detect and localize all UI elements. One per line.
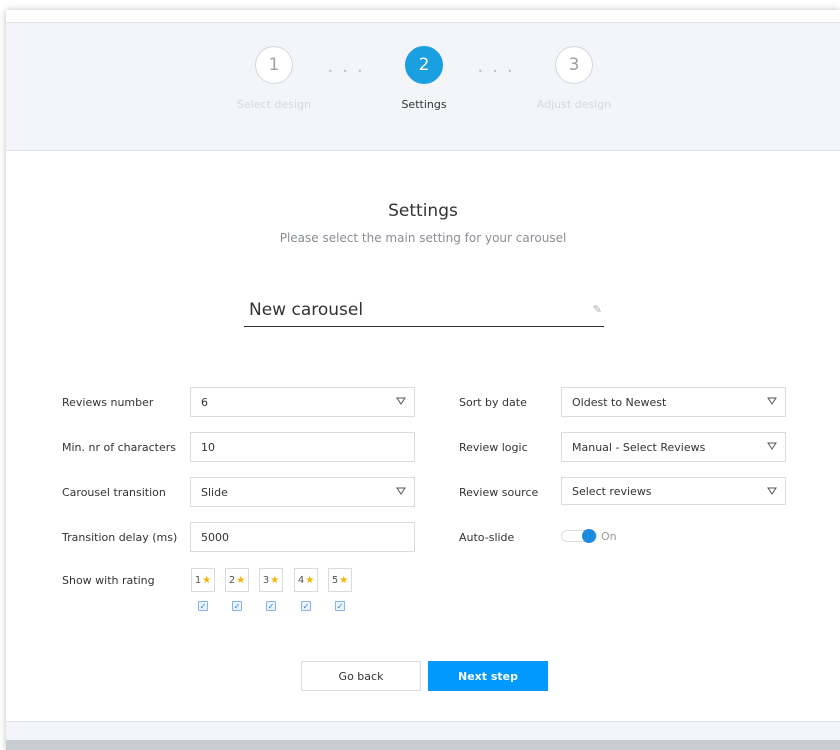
review-logic-select[interactable]: Manual - Select Reviews <box>561 432 786 462</box>
chevron-down-icon <box>396 397 406 405</box>
review-source-label: Review source <box>459 486 539 499</box>
step-2[interactable]: 2 Settings <box>364 46 484 111</box>
transition-delay-input[interactable]: 5000 <box>190 522 415 552</box>
reviews-number-select[interactable]: 6 <box>190 387 415 417</box>
go-back-button[interactable]: Go back <box>301 661 421 691</box>
min-characters-label: Min. nr of characters <box>62 441 177 454</box>
sort-by-date-select[interactable]: Oldest to Newest <box>561 387 786 417</box>
chevron-down-icon <box>767 397 777 405</box>
rating-1-checkbox[interactable]: ✓ <box>198 601 208 611</box>
rating-value: 1 <box>194 574 202 586</box>
rating-option-3[interactable]: 3 ★ <box>259 568 283 592</box>
rating-3-checkbox[interactable]: ✓ <box>266 601 276 611</box>
step-1[interactable]: 1 Select design <box>214 46 334 111</box>
sort-by-date-label: Sort by date <box>459 396 527 409</box>
footer-shade <box>6 740 840 750</box>
star-icon: ★ <box>305 574 315 586</box>
step-1-number: 1 <box>255 46 293 84</box>
rating-2-checkbox[interactable]: ✓ <box>232 601 242 611</box>
review-logic-value: Manual - Select Reviews <box>572 440 706 454</box>
rating-4-checkbox[interactable]: ✓ <box>301 601 311 611</box>
step-3[interactable]: 3 Adjust design <box>514 46 634 111</box>
step-1-label: Select design <box>237 98 311 111</box>
min-characters-input[interactable]: 10 <box>190 432 415 462</box>
app-frame: 1 Select design ••• 2 Settings ••• 3 Adj… <box>6 10 840 750</box>
page-subtitle: Please select the main setting for your … <box>279 231 567 245</box>
rating-option-5[interactable]: 5 ★ <box>328 568 352 592</box>
rating-value: 2 <box>228 574 236 586</box>
review-logic-label: Review logic <box>459 441 528 454</box>
rating-option-4[interactable]: 4 ★ <box>294 568 318 592</box>
transition-delay-label: Transition delay (ms) <box>62 531 178 544</box>
step-3-label: Adjust design <box>536 98 612 111</box>
star-icon: ★ <box>236 574 246 586</box>
stepper: 1 Select design ••• 2 Settings ••• 3 Adj… <box>6 22 840 151</box>
chevron-down-icon <box>396 487 406 495</box>
auto-slide-label: Auto-slide <box>459 531 515 544</box>
carousel-transition-select[interactable]: Slide <box>190 477 415 507</box>
auto-slide-toggle[interactable] <box>561 527 597 545</box>
footer-strip <box>6 721 840 750</box>
star-icon: ★ <box>339 574 349 586</box>
step-2-label: Settings <box>401 98 447 111</box>
reviews-number-label: Reviews number <box>62 396 154 409</box>
rating-option-1[interactable]: 1 ★ <box>191 568 215 592</box>
toggle-knob <box>582 529 596 543</box>
rating-5-checkbox[interactable]: ✓ <box>335 601 345 611</box>
sort-by-date-value: Oldest to Newest <box>572 395 667 409</box>
review-source-value: Select reviews <box>572 484 652 498</box>
chevron-down-icon <box>767 487 777 495</box>
min-characters-value: 10 <box>201 440 215 454</box>
rating-value: 3 <box>262 574 270 586</box>
pencil-icon[interactable]: ✎ <box>593 303 602 316</box>
reviews-number-value: 6 <box>201 395 208 409</box>
carousel-name-input[interactable] <box>244 296 574 324</box>
review-source-select[interactable]: Select reviews <box>561 477 786 505</box>
star-icon: ★ <box>270 574 280 586</box>
rating-value: 4 <box>297 574 305 586</box>
auto-slide-state: On <box>601 530 617 543</box>
carousel-transition-label: Carousel transition <box>62 486 166 499</box>
page-title: Settings <box>388 201 458 221</box>
show-with-rating-label: Show with rating <box>62 574 155 587</box>
carousel-name-field: ✎ <box>244 296 604 327</box>
rating-value: 5 <box>331 574 339 586</box>
star-icon: ★ <box>202 574 212 586</box>
carousel-transition-value: Slide <box>201 485 228 499</box>
transition-delay-value: 5000 <box>201 530 229 544</box>
rating-option-2[interactable]: 2 ★ <box>225 568 249 592</box>
next-step-button[interactable]: Next step <box>428 661 548 691</box>
step-2-number: 2 <box>405 46 443 84</box>
step-3-number: 3 <box>555 46 593 84</box>
chevron-down-icon <box>767 442 777 450</box>
